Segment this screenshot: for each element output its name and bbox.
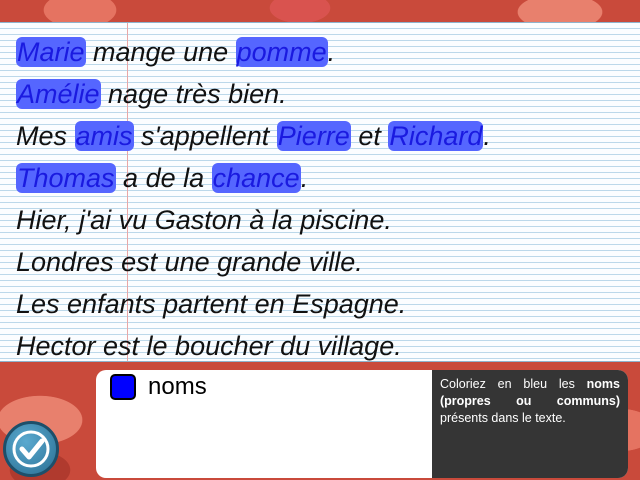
text-segment[interactable]: Londres est une grande ville. xyxy=(16,247,363,277)
text-segment[interactable]: Mes xyxy=(16,121,75,151)
instructions-box: Coloriez en bleu les noms (propres ou co… xyxy=(432,370,628,478)
text-segment[interactable]: et xyxy=(351,121,389,151)
text-segment[interactable]: . xyxy=(301,163,309,193)
validate-button[interactable] xyxy=(3,421,59,477)
sentence-list: Marie mange une pomme. Amélie nage très b… xyxy=(16,31,636,367)
word-highlighted[interactable]: Pierre xyxy=(276,121,351,151)
sentence-line: Thomas a de la chance. xyxy=(16,157,636,199)
word-highlighted[interactable]: pomme xyxy=(235,37,328,67)
sentence-line: Londres est une grande ville. xyxy=(16,241,636,283)
legend-label: noms xyxy=(148,373,207,400)
text-segment[interactable]: Hier, j'ai vu Gaston à la piscine. xyxy=(16,205,392,235)
text-segment[interactable]: mange une xyxy=(86,37,236,67)
text-segment[interactable]: nage très bien. xyxy=(101,79,287,109)
text-segment[interactable]: a de la xyxy=(116,163,212,193)
text-segment[interactable]: Hector est le boucher du village. xyxy=(16,331,402,361)
text-segment[interactable]: . xyxy=(483,121,491,151)
text-segment[interactable]: . xyxy=(328,37,336,67)
word-highlighted[interactable]: amis xyxy=(74,121,134,151)
notebook-paper: Marie mange une pomme. Amélie nage très b… xyxy=(0,22,640,362)
checkmark-icon xyxy=(12,430,50,468)
legend-color-swatch[interactable] xyxy=(110,374,136,400)
word-highlighted[interactable]: Richard xyxy=(388,121,484,151)
bottom-panel: noms Coloriez en bleu les noms (propres … xyxy=(96,370,628,478)
sentence-line: Mes amis s'appellent Pierre et Richard. xyxy=(16,115,636,157)
word-highlighted[interactable]: Marie xyxy=(16,37,86,67)
sentence-line: Hier, j'ai vu Gaston à la piscine. xyxy=(16,199,636,241)
sentence-line: Amélie nage très bien. xyxy=(16,73,636,115)
text-segment[interactable]: Les enfants partent en Espagne. xyxy=(16,289,406,319)
instructions-text-after: présents dans le texte. xyxy=(440,411,566,425)
sentence-line: Hector est le boucher du village. xyxy=(16,325,636,367)
instructions-text-before: Coloriez en bleu les xyxy=(440,377,587,391)
text-segment[interactable]: s'appellent xyxy=(134,121,277,151)
word-highlighted[interactable]: Thomas xyxy=(16,163,116,193)
word-highlighted[interactable]: chance xyxy=(211,163,301,193)
sentence-line: Marie mange une pomme. xyxy=(16,31,636,73)
word-highlighted[interactable]: Amélie xyxy=(16,79,101,109)
sentence-line: Les enfants partent en Espagne. xyxy=(16,283,636,325)
